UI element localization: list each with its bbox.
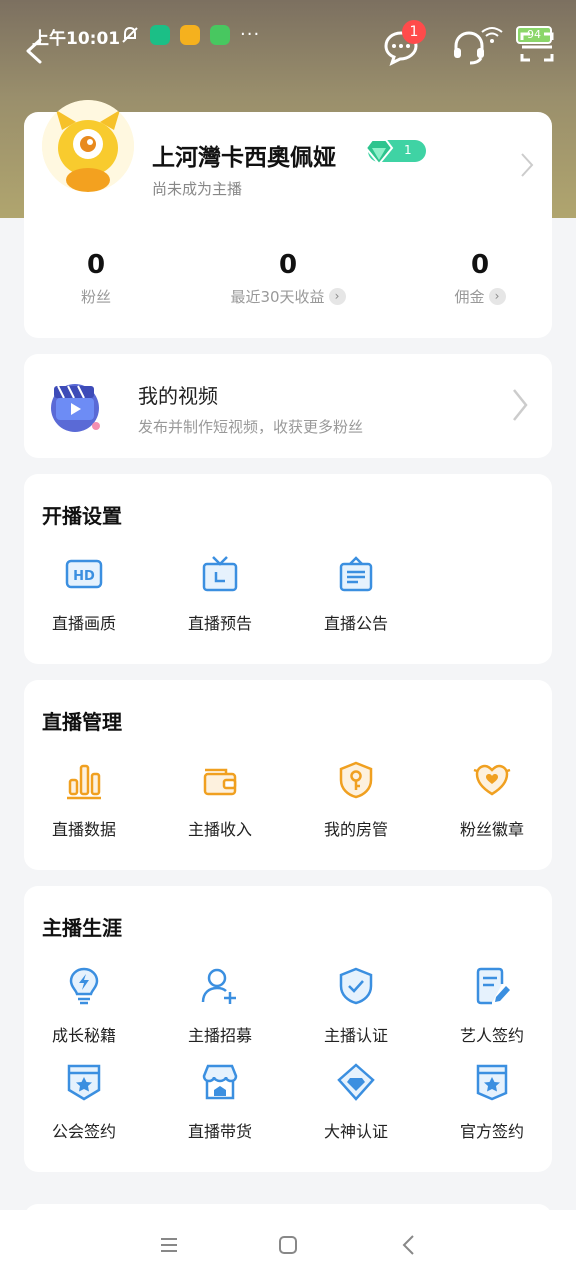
heart-badge-icon [473,764,511,796]
stat-label: 佣金 [454,288,485,306]
scan-icon [520,32,554,62]
stat-value: 0 [86,250,106,280]
arrow-right-icon: › [328,288,346,305]
chevron-right-icon [521,153,534,177]
grid-label: 公会签约 [51,1122,116,1141]
status-notification-icons: ··· [120,24,260,45]
grid-item-stream-preview[interactable]: 直播预告 [160,554,280,634]
grid-item-stream-notice[interactable]: 直播公告 [296,554,416,634]
anchor-status: 尚未成为主播 [152,180,243,198]
grid-label: 我的房管 [323,820,388,839]
grid-item-live-commerce[interactable]: 直播带货 [160,1062,280,1142]
grid-item-official-contract[interactable]: 官方签约 [432,1062,552,1142]
key-shield-icon [339,761,373,799]
headset-icon [454,31,484,65]
grid-label: 成长秘籍 [51,1026,116,1045]
stat-value: 0 [470,250,490,280]
wallet-icon [203,768,237,796]
grid-item-anchor-income[interactable]: 主播收入 [160,760,280,840]
grid-label: 主播招募 [187,1026,252,1045]
stat-value: 0 [278,250,298,280]
svg-text:HD: HD [73,569,95,584]
chevron-right-icon [513,389,528,421]
star-doc-icon [476,1064,508,1101]
stat-label: 最近30天收益 [230,288,325,306]
customer-service-button[interactable] [450,28,488,66]
grid-item-room-admins[interactable]: 我的房管 [296,760,416,840]
my-video-card[interactable]: 我的视频 发布并制作短视频，收获更多粉丝 [24,354,552,458]
grid-label: 大神认证 [323,1122,388,1141]
back-nav-button[interactable] [396,1232,422,1258]
lightbulb-icon [69,967,99,1005]
grid-item-anchor-verification[interactable]: 主播认证 [296,966,416,1046]
broadcast-settings-card: 开播设置 HD 直播画质 直播预告 直播公告 [24,474,552,664]
stat-30day-earnings[interactable]: 0 最近30天收益 › [218,250,358,307]
arrow-right-icon: › [488,288,506,305]
add-user-icon [201,968,236,1004]
diamond-badge-icon [337,1063,375,1101]
stat-fans[interactable]: 0 粉丝 [46,250,146,307]
level-number: 1 [404,143,412,157]
anchor-career-card: 主播生涯 成长秘籍 主播招募 主播认证 艺人签约 公会签约 直播带货 大神认证 … [24,886,552,1172]
messages-button[interactable]: 1 [382,20,426,66]
grid-label: 主播收入 [187,820,252,839]
security-app-icon [150,24,170,45]
my-video-description: 发布并制作短视频，收获更多粉丝 [138,418,364,436]
grid-label: 直播公告 [323,614,388,633]
grid-item-anchor-recruit[interactable]: 主播招募 [160,966,280,1046]
top-actions: 1 [382,20,556,66]
notice-icon [339,556,373,592]
grid-label: 直播预告 [187,614,252,633]
profile-card[interactable]: 上河灣卡西奧佩娅 1 尚未成为主播 0 粉丝 0 最近30天收益 › 0 佣金 › [24,100,552,338]
grid-item-growth-guide[interactable]: 成长秘籍 [24,966,144,1046]
grid-label: 直播带货 [187,1122,252,1141]
bar-chart-icon [67,764,101,800]
scan-button[interactable] [518,28,556,66]
message-count-badge: 1 [402,20,426,44]
system-navigation-bar [0,1210,576,1280]
star-shield-icon [67,1064,101,1101]
live-management-card: 直播管理 直播数据 主播收入 我的房管 粉丝徽章 [24,680,552,870]
home-button[interactable] [275,1232,301,1258]
grid-item-live-data[interactable]: 直播数据 [24,760,144,840]
menu-button[interactable] [156,1232,182,1258]
shield-check-icon [339,967,373,1005]
grid-item-fan-badge[interactable]: 粉丝徽章 [432,760,552,840]
section-title: 直播管理 [42,710,122,734]
section-title: 开播设置 [42,504,122,528]
grid-item-guild-contract[interactable]: 公会签约 [24,1062,144,1142]
my-video-title: 我的视频 [138,384,218,408]
stat-commission[interactable]: 0 佣金 › [430,250,530,307]
back-button[interactable] [20,36,50,66]
mute-bell-icon [122,26,138,43]
grid-label: 粉丝徽章 [459,820,524,839]
diamond-level-icon [364,139,394,166]
grid-item-stream-quality[interactable]: HD 直播画质 [24,554,144,634]
store-icon [202,1064,238,1100]
grid-item-artist-contract[interactable]: 艺人签约 [432,966,552,1046]
section-title: 主播生涯 [42,916,122,940]
edit-doc-icon [476,967,510,1005]
chat-app-icon [210,24,230,45]
grid-label: 官方签约 [459,1122,524,1141]
username: 上河灣卡西奧佩娅 [152,145,336,171]
stat-label: 粉丝 [80,288,111,306]
grid-label: 主播认证 [323,1026,388,1045]
tiger-mascot-avatar [42,100,134,192]
avatar[interactable] [42,100,134,192]
grid-label: 直播数据 [51,820,116,839]
more-notifications-icon: ··· [240,24,261,45]
grid-item-master-verification[interactable]: 大神认证 [296,1062,416,1142]
grid-label: 艺人签约 [459,1026,524,1045]
level-badge: 1 [364,139,426,166]
grid-label: 直播画质 [51,614,116,633]
tiger-app-icon [180,24,200,45]
video-clapper-icon [51,384,100,432]
hd-icon: HD [65,559,103,589]
tv-icon [202,556,238,592]
